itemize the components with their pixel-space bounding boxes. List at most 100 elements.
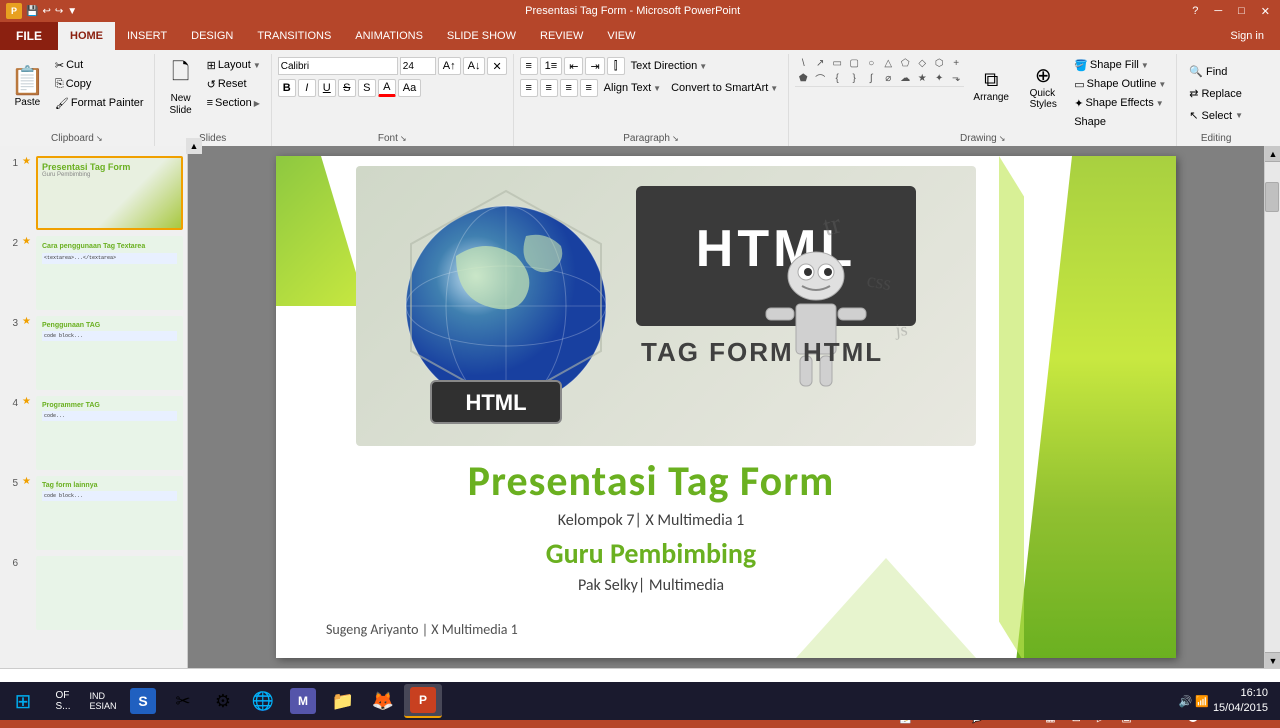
select-button[interactable]: ↖ Select ▼: [1183, 106, 1249, 126]
taskbar-firefox[interactable]: 🦊: [364, 684, 402, 718]
shape-9[interactable]: ★: [914, 71, 930, 85]
quick-access-undo[interactable]: ↩: [42, 6, 50, 17]
scroll-up-arrow[interactable]: ▲: [1265, 146, 1280, 162]
taskbar-lang[interactable]: INDESIAN: [84, 684, 122, 718]
shape-rounded-rect[interactable]: ▢: [846, 56, 862, 70]
slide-thumb-2[interactable]: 2 ★ Cara penggunaan Tag Textarea <textar…: [4, 236, 183, 310]
shadow-button[interactable]: S: [358, 79, 376, 97]
slide-image-3[interactable]: Penggunaan TAG code block...: [36, 316, 183, 390]
help-button[interactable]: ?: [1188, 5, 1202, 18]
font-size-input[interactable]: [400, 57, 436, 75]
shape-fill-button[interactable]: 🪣 Shape Fill ▼: [1070, 56, 1170, 74]
increase-font-button[interactable]: A↑: [438, 57, 461, 75]
shape-hex[interactable]: ⬡: [931, 56, 947, 70]
taskbar-cloud[interactable]: M: [284, 684, 322, 718]
numbering-button[interactable]: 1≡: [540, 57, 563, 75]
slide-image-2[interactable]: Cara penggunaan Tag Textarea <textarea>.…: [36, 236, 183, 310]
shape-effects-button[interactable]: ✦ Shape Effects ▼: [1070, 94, 1170, 112]
align-center-button[interactable]: ≡: [540, 79, 558, 97]
bold-button[interactable]: B: [278, 79, 296, 97]
shape-triangle[interactable]: △: [880, 56, 896, 70]
arrange-button[interactable]: ⧉ Arrange: [966, 56, 1016, 116]
shape-scroll[interactable]: ⬎: [948, 71, 964, 85]
bullets-button[interactable]: ≡: [520, 57, 538, 75]
font-color-button[interactable]: A: [378, 79, 396, 97]
drawing-expand-icon[interactable]: ↘: [999, 134, 1006, 143]
slide-image-5[interactable]: Tag form lainnya code block...: [36, 476, 183, 550]
find-button[interactable]: 🔍 Find: [1183, 62, 1233, 82]
taskbar-ppt[interactable]: P: [404, 684, 442, 718]
font-expand-icon[interactable]: ↘: [400, 134, 407, 143]
tab-review[interactable]: REVIEW: [528, 22, 595, 50]
shape-8[interactable]: ☁: [897, 71, 913, 85]
convert-smartart-button[interactable]: Convert to SmartArt ▼: [667, 79, 782, 97]
justify-button[interactable]: ≡: [580, 79, 598, 97]
tab-transitions[interactable]: TRANSITIONS: [245, 22, 343, 50]
layout-button[interactable]: ⊞ Layout ▼: [203, 56, 265, 74]
shape-4[interactable]: {: [829, 71, 845, 85]
align-right-button[interactable]: ≡: [560, 79, 578, 97]
strikethrough-button[interactable]: S: [338, 79, 356, 97]
taskbar-globe[interactable]: 🌐: [244, 684, 282, 718]
copy-button[interactable]: ⎘ Copy: [51, 75, 148, 93]
scroll-down-arrow[interactable]: ▼: [1265, 652, 1280, 668]
highlight-button[interactable]: Aa: [398, 79, 421, 97]
clear-format-button[interactable]: ✕: [487, 57, 506, 75]
paste-button[interactable]: 📋 Paste: [6, 56, 49, 116]
start-button[interactable]: ⊞: [4, 684, 42, 718]
cut-button[interactable]: ✂ Cut: [51, 56, 148, 74]
columns-button[interactable]: ⫿: [607, 57, 625, 75]
decrease-font-button[interactable]: A↓: [463, 57, 486, 75]
tab-home[interactable]: HOME: [58, 22, 115, 50]
shape-3[interactable]: ⌒: [812, 71, 828, 85]
shape-label[interactable]: Shape: [1070, 113, 1170, 131]
slide-thumb-3[interactable]: 3 ★ Penggunaan TAG code block...: [4, 316, 183, 390]
shape-2[interactable]: ⬟: [795, 71, 811, 85]
tab-file[interactable]: FILE: [0, 22, 58, 50]
tab-insert[interactable]: INSERT: [115, 22, 179, 50]
slide-thumb-1[interactable]: 1 ★ Presentasi Tag Form Guru Pembimbing: [4, 156, 183, 230]
shape-more[interactable]: +: [948, 56, 964, 70]
shape-diamond[interactable]: ◇: [914, 56, 930, 70]
slide-image-4[interactable]: Programmer TAG code...: [36, 396, 183, 470]
clipboard-expand-icon[interactable]: ↘: [96, 134, 103, 143]
minimize-button[interactable]: ─: [1210, 5, 1226, 18]
vertical-scrollbar[interactable]: ▲ ▼: [1264, 146, 1280, 668]
shape-5[interactable]: }: [846, 71, 862, 85]
scroll-up-button[interactable]: ▲: [186, 138, 202, 154]
scroll-thumb[interactable]: [1265, 182, 1279, 212]
slide-thumb-4[interactable]: 4 ★ Programmer TAG code...: [4, 396, 183, 470]
section-button[interactable]: ≡ Section ▶: [203, 94, 265, 112]
shape-outline-button[interactable]: ▭ Shape Outline ▼: [1070, 75, 1170, 93]
tab-view[interactable]: VIEW: [595, 22, 647, 50]
slide-image-6[interactable]: [36, 556, 183, 630]
reset-button[interactable]: ↺ Reset: [203, 75, 265, 93]
replace-button[interactable]: ⇄ Replace: [1183, 84, 1248, 104]
tab-slideshow[interactable]: SLIDE SHOW: [435, 22, 528, 50]
shape-7[interactable]: ⌀: [880, 71, 896, 85]
taskbar-ofcs[interactable]: OFS...: [44, 684, 82, 718]
tab-animations[interactable]: ANIMATIONS: [343, 22, 435, 50]
paragraph-expand-icon[interactable]: ↘: [672, 134, 679, 143]
text-direction-button[interactable]: Text Direction ▼: [627, 57, 712, 75]
align-left-button[interactable]: ≡: [520, 79, 538, 97]
align-text-button[interactable]: Align Text ▼: [600, 79, 665, 97]
new-slide-button[interactable]: 🗋 NewSlide: [161, 56, 201, 116]
shape-line[interactable]: \: [795, 56, 811, 70]
shape-10[interactable]: ✦: [931, 71, 947, 85]
quick-styles-button[interactable]: ⊕ QuickStyles: [1018, 56, 1068, 116]
quick-access-save[interactable]: 💾: [26, 6, 38, 17]
quick-access-redo[interactable]: ↪: [55, 6, 63, 17]
italic-button[interactable]: I: [298, 79, 316, 97]
shape-oval[interactable]: ○: [863, 56, 879, 70]
taskbar-s[interactable]: S: [124, 684, 162, 718]
font-name-input[interactable]: [278, 57, 398, 75]
tab-design[interactable]: DESIGN: [179, 22, 245, 50]
increase-indent-button[interactable]: ⇥: [585, 57, 604, 75]
restore-button[interactable]: □: [1234, 5, 1249, 18]
slide-thumb-6[interactable]: 6: [4, 556, 183, 630]
shape-rect[interactable]: ▭: [829, 56, 845, 70]
quick-access-customize[interactable]: ▼: [67, 6, 77, 17]
underline-button[interactable]: U: [318, 79, 336, 97]
format-painter-button[interactable]: 🖌 Format Painter: [51, 94, 148, 112]
